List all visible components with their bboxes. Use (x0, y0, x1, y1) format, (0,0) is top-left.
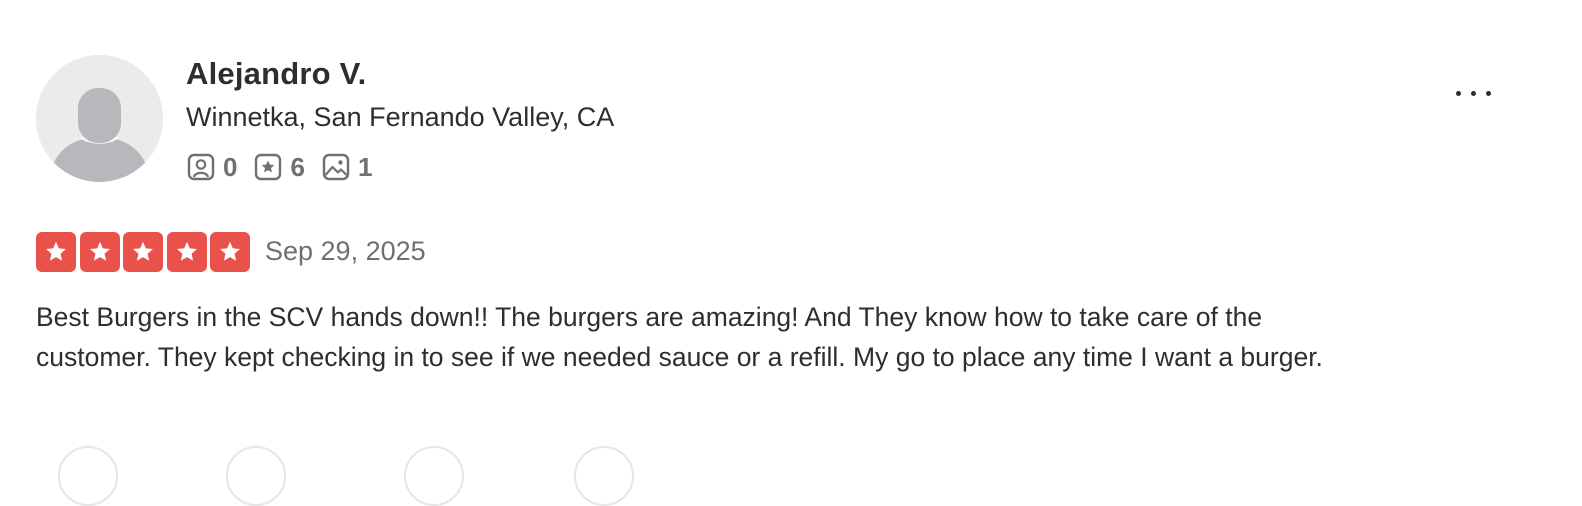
star-icon (220, 241, 240, 261)
helpful-reaction-button[interactable] (58, 446, 118, 506)
star-icon (46, 241, 66, 261)
rating-star (166, 232, 207, 272)
review-date: Sep 29, 2025 (265, 236, 426, 266)
user-stats: 0 6 1 (186, 150, 388, 184)
avatar[interactable] (36, 55, 163, 182)
user-location: Winnetka, San Fernando Valley, CA (186, 102, 615, 132)
photos-stat: 1 (321, 152, 372, 183)
star-rating (36, 232, 250, 272)
rating-star (79, 232, 120, 272)
more-options-button[interactable] (1446, 76, 1500, 110)
reviews-stat: 6 (253, 151, 305, 183)
rating-star (210, 232, 250, 272)
photos-count: 1 (357, 151, 373, 182)
reviews-count: 6 (290, 151, 305, 182)
review-text: Best Burgers in the SCV hands down!! The… (36, 302, 1323, 372)
love-reaction-button[interactable] (404, 446, 464, 506)
friends-stat: 0 (186, 152, 237, 183)
review-star-icon (253, 152, 283, 182)
star-icon (89, 241, 110, 261)
more-options-icon (1470, 90, 1476, 96)
oh-no-reaction-button[interactable] (574, 446, 634, 506)
more-options-icon (1485, 90, 1491, 96)
rating-star (36, 232, 76, 272)
reaction-buttons (36, 446, 736, 506)
friends-icon (186, 152, 216, 182)
star-icon (176, 241, 197, 261)
friends-count: 0 (223, 151, 238, 182)
default-user-icon (36, 55, 163, 182)
user-name[interactable]: Alejandro V. (186, 56, 366, 92)
more-options-icon (1455, 90, 1461, 96)
photo-icon (321, 152, 351, 182)
rating-star (123, 232, 163, 272)
thanks-reaction-button[interactable] (226, 446, 286, 506)
star-icon (133, 241, 153, 261)
